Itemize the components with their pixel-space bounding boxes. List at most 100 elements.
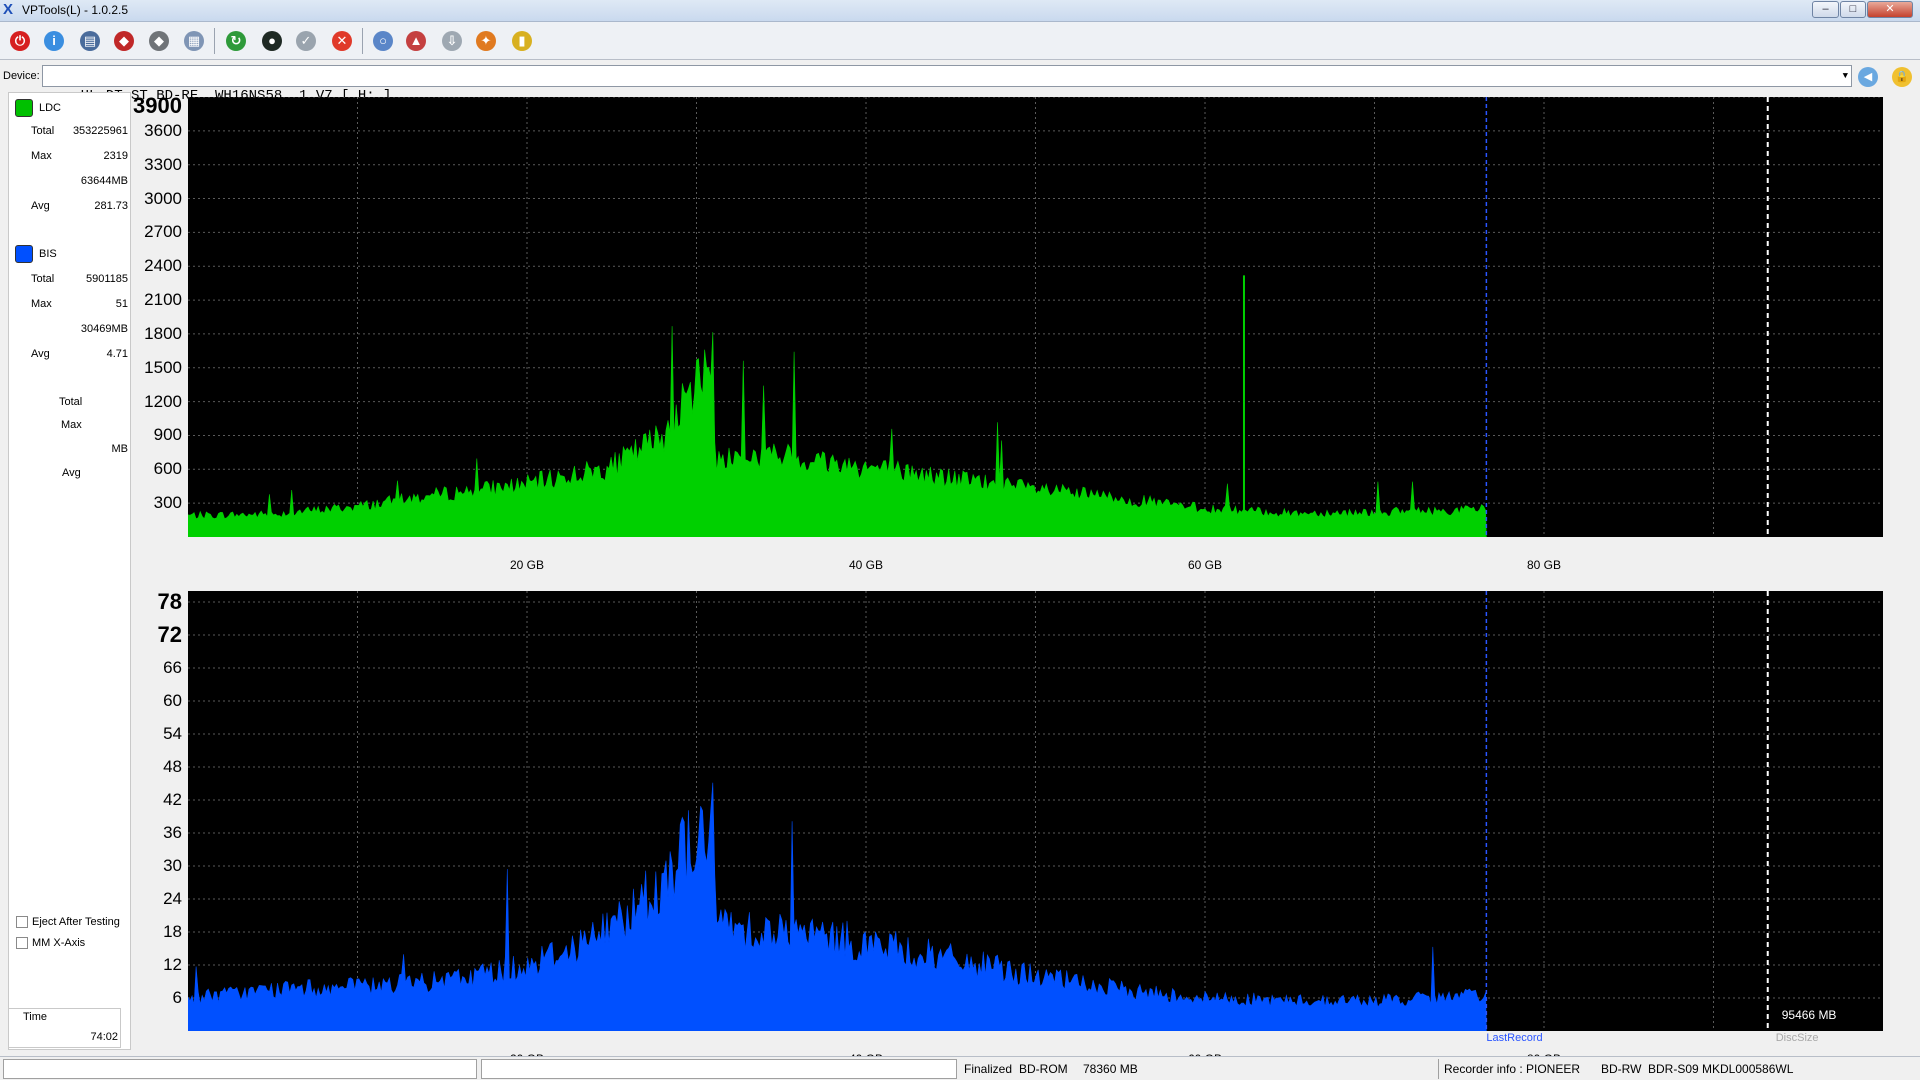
ldc-label: LDC	[39, 102, 62, 114]
chart-button[interactable]: ▮	[508, 27, 536, 55]
x-tick-label: 80 GB	[1526, 558, 1562, 572]
bis-label: BIS	[39, 248, 57, 260]
y-tick-label: 78	[157, 589, 182, 614]
record-button[interactable]: ●	[258, 27, 286, 55]
x-tick-label: 40 GB	[848, 558, 884, 572]
y-tick-label: 6	[172, 988, 182, 1007]
device-select[interactable]: HL-DT-ST BD-RE WH16NS58 1.V7 [ H: ] ▼	[42, 65, 1852, 104]
x-tick-label: 60 GB	[1187, 558, 1223, 572]
y-tick-label: 600	[153, 459, 182, 479]
eject-icon: ▲	[406, 31, 426, 51]
disc-info-icon: i	[44, 31, 64, 51]
eject-button[interactable]: ▲	[402, 27, 430, 55]
print-button[interactable]: ▦	[180, 27, 208, 55]
y-tick-label: 1800	[144, 323, 182, 343]
refresh-button[interactable]: ↻	[222, 27, 250, 55]
bis-series-area	[188, 782, 1487, 1031]
window-title: VPTools(L) - 1.0.2.5	[22, 3, 129, 17]
ldc-avg-label: Avg	[31, 200, 50, 212]
save-button[interactable]: ⇩	[438, 27, 466, 55]
device-bar: Device: HL-DT-ST BD-RE WH16NS58 1.V7 [ H…	[0, 63, 1920, 104]
ldc-total-label: Total	[31, 125, 55, 137]
stop-button[interactable]: ✕	[328, 27, 356, 55]
disc-gray-button[interactable]: ◆	[145, 27, 173, 55]
time-value: 74:02	[90, 1031, 118, 1043]
y-tick-label: 42	[163, 790, 182, 809]
y-tick-label: 3000	[144, 188, 182, 208]
bis-total-label: Total	[31, 273, 55, 285]
disc-blue-icon: ○	[373, 31, 393, 51]
y-tick-label: 300	[153, 493, 182, 513]
print-icon: ▦	[184, 31, 204, 51]
disc-blue-button[interactable]: ○	[369, 27, 397, 55]
mm-x-axis-checkbox[interactable]	[16, 937, 28, 949]
y-tick-label: 2100	[144, 290, 182, 310]
status-disc-type: BD-ROM	[1019, 1062, 1068, 1076]
refresh-icon: ↻	[226, 31, 246, 51]
ldc-max-position: 63644MB	[80, 175, 128, 187]
status-progress-box	[3, 1059, 477, 1079]
scan-button[interactable]: ✓	[292, 27, 320, 55]
maximize-button[interactable]: □	[1840, 1, 1866, 18]
disc-gray-icon: ◆	[149, 31, 169, 51]
status-finalized: Finalized	[964, 1062, 1013, 1076]
ldc-legend-swatch	[15, 99, 33, 117]
chevron-down-icon: ▼	[1842, 71, 1848, 81]
power-icon: ⏻	[10, 31, 30, 51]
y-tick-label: 60	[163, 691, 182, 710]
x-tick-label: 20 GB	[509, 558, 545, 572]
y-tick-label: 1500	[144, 357, 182, 377]
y-tick-label: 1200	[144, 391, 182, 411]
recorder-model: BDR-S09 MKDL000586WL	[1648, 1062, 1794, 1076]
power-button[interactable]: ⏻	[6, 27, 34, 55]
title-bar: X VPTools(L) - 1.0.2.5 – □ ✕	[0, 0, 1920, 22]
y-tick-label: 30	[163, 856, 182, 875]
y-tick-label: 66	[163, 658, 182, 677]
recorder-type: BD-RW	[1601, 1062, 1642, 1076]
ldc-max-label: Max	[31, 150, 52, 162]
recorder-vendor: PIONEER	[1526, 1062, 1581, 1076]
device-label: Device:	[3, 70, 40, 82]
time-box: Time 74:02	[8, 1008, 121, 1048]
third-avg-label: Avg	[62, 467, 81, 479]
drive-button[interactable]: ▤	[76, 27, 104, 55]
disc-size-value: 95466 MB	[1782, 1008, 1837, 1022]
disc-red-button[interactable]: ◆	[110, 27, 138, 55]
eject-after-testing-label: Eject After Testing	[32, 916, 120, 928]
recorder-label: Recorder info :	[1444, 1062, 1523, 1076]
app-icon: X	[3, 1, 14, 18]
save-icon: ⇩	[442, 31, 462, 51]
y-tick-label: 36	[163, 823, 182, 842]
status-bar: Finalized BD-ROM 78360 MB Recorder info …	[0, 1056, 1920, 1080]
bis-avg-label: Avg	[31, 348, 50, 360]
y-tick-label: 54	[163, 724, 182, 743]
y-tick-label: 900	[153, 425, 182, 445]
chart1-svg	[188, 97, 1883, 537]
y-tick-label: 12	[163, 955, 182, 974]
y-tick-label: 2400	[144, 256, 182, 276]
info-icon[interactable]: ◀	[1858, 67, 1878, 87]
y-tick-label: 24	[163, 889, 182, 908]
close-button[interactable]: ✕	[1867, 1, 1913, 18]
disc-info-button[interactable]: i	[40, 27, 68, 55]
last-record-label: LastRecord	[1486, 1032, 1543, 1044]
status-size: 78360 MB	[1083, 1062, 1138, 1076]
toolbar: ⏻ i ▤ ◆ ◆ ▦ ↻ ● ✓ ✕ ○ ▲ ⇩ ✦ ▮	[0, 22, 1920, 60]
minimize-button[interactable]: –	[1812, 1, 1839, 18]
status-message-box	[481, 1059, 957, 1079]
drive-icon: ▤	[80, 31, 100, 51]
disc-size-label: DiscSize	[1775, 1032, 1819, 1044]
y-tick-label: 3600	[144, 120, 182, 140]
time-label: Time	[23, 1011, 48, 1023]
status-divider	[1438, 1059, 1439, 1079]
ldc-series-area	[188, 326, 1487, 537]
y-tick-label: 48	[163, 757, 182, 776]
y-tick-label: 3300	[144, 154, 182, 174]
lock-icon[interactable]: 🔒	[1892, 67, 1912, 87]
third-total-label: Total	[59, 396, 83, 408]
burn-button[interactable]: ✦	[472, 27, 500, 55]
chart-icon: ▮	[512, 31, 532, 51]
bis-chart: 95466 MB	[188, 591, 1883, 1031]
eject-after-testing-checkbox[interactable]	[16, 916, 28, 928]
bis-max-label: Max	[31, 298, 52, 310]
